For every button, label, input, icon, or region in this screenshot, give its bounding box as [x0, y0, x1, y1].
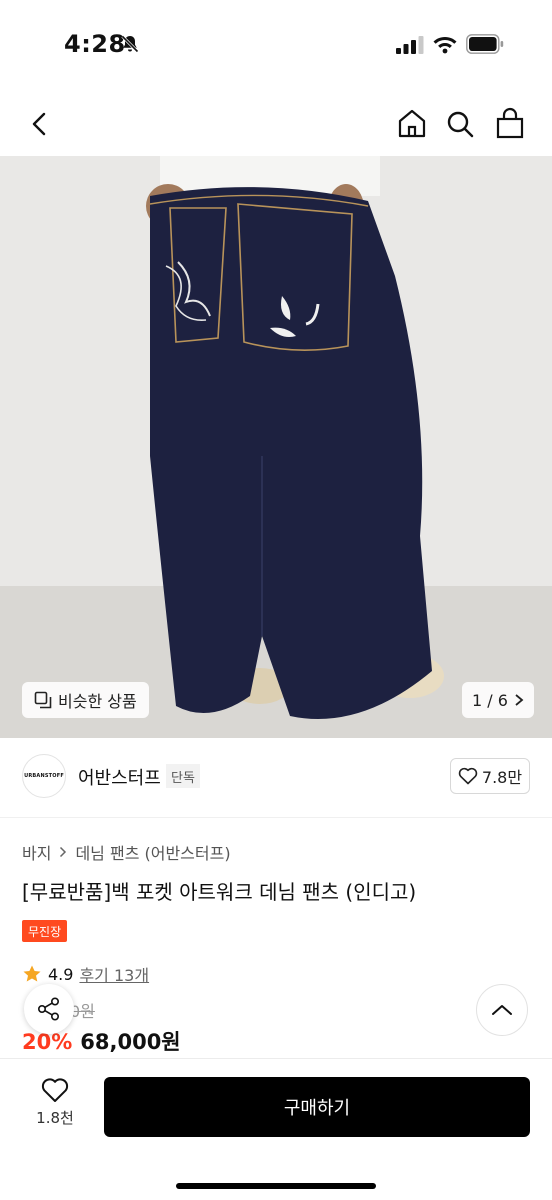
- search-icon[interactable]: [442, 104, 478, 144]
- exclusive-badge: 단독: [166, 764, 200, 788]
- shopping-bag-icon[interactable]: [492, 104, 528, 144]
- scroll-to-top-button[interactable]: [476, 984, 528, 1036]
- nav-bar: [0, 92, 552, 156]
- brand-logo[interactable]: URBANSTOFF: [22, 754, 66, 798]
- bottom-purchase-bar: 1.8천 구매하기: [0, 1058, 552, 1200]
- product-like-count: 1.8천: [36, 1109, 74, 1127]
- breadcrumb-item-subcategory[interactable]: 데님 팬츠 (어반스터프): [75, 840, 230, 864]
- home-indicator: [176, 1183, 376, 1189]
- review-count-link[interactable]: 후기 13개: [79, 962, 149, 986]
- cellular-signal-icon: [396, 36, 424, 54]
- home-icon[interactable]: [394, 104, 430, 144]
- chevron-up-icon: [492, 1005, 512, 1015]
- brand-like-count: 7.8만: [481, 768, 523, 787]
- share-icon: [37, 997, 60, 1021]
- buy-button[interactable]: 구매하기: [104, 1077, 530, 1137]
- brand-name[interactable]: 어반스터프: [78, 764, 161, 790]
- product-image-carousel[interactable]: 비슷한 상품 1 / 6: [0, 156, 552, 738]
- heart-outline-icon: [458, 767, 478, 785]
- brand-row: URBANSTOFF 어반스터프 단독 7.8만: [0, 738, 552, 818]
- star-icon: [23, 965, 41, 982]
- bell-off-icon: [121, 35, 139, 53]
- status-bar: 4:28: [0, 0, 552, 92]
- product-like-button[interactable]: 1.8천: [26, 1077, 84, 1128]
- heart-outline-icon: [41, 1078, 69, 1102]
- product-title: [무료반품]백 포켓 아트워크 데님 팬츠 (인디고): [22, 880, 417, 904]
- breadcrumb-item-category[interactable]: 바지: [22, 840, 51, 864]
- product-photo: [0, 156, 552, 738]
- back-arrow-icon[interactable]: [22, 104, 58, 144]
- free-shipping-badge: 무진장: [22, 920, 68, 942]
- battery-icon: [466, 34, 504, 54]
- breadcrumb: 바지 데님 팬츠 (어반스터프): [22, 840, 231, 864]
- brand-like-button[interactable]: 7.8만: [450, 758, 530, 794]
- image-page-indicator[interactable]: 1 / 6: [462, 682, 534, 718]
- brand-logo-text: URBANSTOFF: [24, 773, 64, 779]
- similar-products-button[interactable]: 비슷한 상품: [22, 682, 149, 718]
- rating-value: 4.9: [48, 964, 74, 984]
- wifi-icon: [433, 37, 457, 54]
- status-time: 4:28: [64, 30, 126, 58]
- similar-products-label: 비슷한 상품: [58, 692, 137, 711]
- chevron-right-icon: [515, 694, 524, 706]
- share-button[interactable]: [24, 984, 74, 1034]
- chevron-right-icon: [60, 846, 67, 858]
- similar-items-icon: [34, 691, 52, 709]
- rating-row[interactable]: 4.9 후기 13개: [22, 962, 149, 986]
- page-indicator-text: 1 / 6: [472, 690, 508, 710]
- sale-price: 68,000원: [80, 1030, 181, 1054]
